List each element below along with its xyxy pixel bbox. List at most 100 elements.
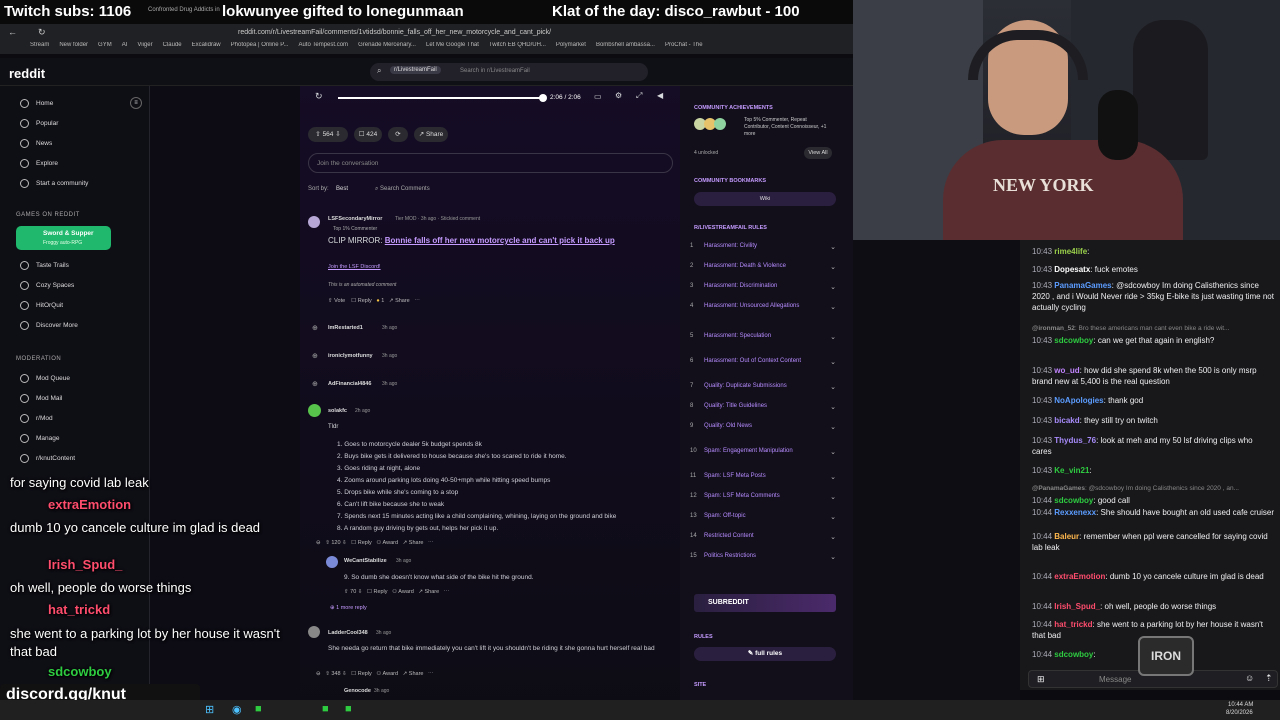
search-bar[interactable]: ⌕ r/LivestreamFail Search in r/Livestrea… xyxy=(370,63,648,81)
bookmark-item[interactable]: Bombshell ambassa... xyxy=(596,42,655,48)
chat-username[interactable]: @ironman_52 xyxy=(1032,325,1075,332)
comment-user[interactable]: solakfc xyxy=(328,408,347,414)
chat-username[interactable]: sdcowboy xyxy=(1054,650,1093,659)
bookmark-item[interactable]: AI xyxy=(122,42,128,48)
award-button[interactable]: ⚇ Award xyxy=(376,540,398,546)
chat-username[interactable]: Rexxenexx xyxy=(1054,508,1096,517)
address-bar[interactable]: ← ↻ reddit.com/r/LivestreamFail/comments… xyxy=(0,24,853,42)
rule-item[interactable]: 7 Quality: Duplicate Submissions ⌄ xyxy=(690,383,840,391)
replay-icon[interactable]: ↻ xyxy=(315,91,323,102)
collapse-sidebar-icon[interactable]: ≡ xyxy=(130,97,142,109)
chevron-down-icon[interactable]: ⌄ xyxy=(830,303,836,311)
avatar[interactable] xyxy=(326,556,338,568)
upvote-icon[interactable]: ⇧ xyxy=(328,298,333,304)
upvote-icon[interactable]: ⇧ xyxy=(325,671,330,677)
comment-user[interactable]: ImRestarted1 xyxy=(328,325,363,331)
avatar[interactable] xyxy=(308,626,320,638)
downvote-icon[interactable]: ⇩ xyxy=(342,540,347,546)
vote-button[interactable]: ⇧ 564 ⇩ xyxy=(308,127,348,142)
search-comments[interactable]: ⌕ Search Comments xyxy=(375,186,430,193)
rule-item[interactable]: 9 Quality: Old News ⌄ xyxy=(690,423,840,431)
reply-button[interactable]: ☐ Reply xyxy=(351,671,372,677)
rule-item[interactable]: 5 Harassment: Speculation ⌄ xyxy=(690,333,840,341)
bookmark-item[interactable]: Twitch EB QHD/UH... xyxy=(489,42,546,48)
chat-username[interactable]: NoApologies xyxy=(1054,396,1103,405)
rule-item[interactable]: 10 Spam: Engagement Manipulation ⌄ xyxy=(690,448,840,456)
bookmark-item[interactable]: Claude xyxy=(163,42,182,48)
comment-user[interactable]: AdFinancial4846 xyxy=(328,381,371,387)
chat-username[interactable]: Dopesatx xyxy=(1054,265,1090,274)
chevron-down-icon[interactable]: ⌄ xyxy=(830,533,836,541)
chat-username[interactable]: PanamaGames xyxy=(1054,281,1111,290)
rule-item[interactable]: 4 Harassment: Unsourced Allegations ⌄ xyxy=(690,303,840,311)
avatar[interactable] xyxy=(308,404,321,417)
sidebar-mod-3[interactable]: Manage xyxy=(20,434,60,443)
bookmark-item[interactable]: Stream xyxy=(30,42,49,48)
chevron-down-icon[interactable]: ⌄ xyxy=(830,263,836,271)
join-conversation-input[interactable]: Join the conversation xyxy=(308,153,673,173)
chat-username[interactable]: Baleur xyxy=(1054,532,1079,541)
full-rules-button[interactable]: ✎ full rules xyxy=(694,647,836,661)
edge-icon[interactable]: ◉ xyxy=(232,703,242,716)
chevron-down-icon[interactable]: ⌄ xyxy=(830,283,836,291)
captions-icon[interactable]: ▭ xyxy=(594,92,602,101)
vote-label[interactable]: Vote xyxy=(334,298,345,304)
bookmark-item[interactable]: Grenade Mercenary... xyxy=(358,42,416,48)
bookmark-item[interactable]: GYM xyxy=(98,42,112,48)
comments-button[interactable]: ☐ 424 xyxy=(354,127,382,142)
collapse-icon[interactable]: ⊖ xyxy=(316,540,321,546)
progress-handle[interactable] xyxy=(539,94,547,102)
chevron-down-icon[interactable]: ⌄ xyxy=(830,333,836,341)
upvote-icon[interactable]: ⇧ xyxy=(344,589,349,595)
award-button[interactable]: ⚇ Award xyxy=(392,589,414,595)
chevron-down-icon[interactable]: ⌄ xyxy=(830,473,836,481)
share-button[interactable]: ↗ Share xyxy=(403,540,424,546)
bookmark-item[interactable]: Photopea | Online P... xyxy=(231,42,289,48)
sidebar-item-2[interactable]: News xyxy=(20,139,52,148)
sidebar-mod-2[interactable]: r/Mod xyxy=(20,414,53,423)
avatar[interactable] xyxy=(308,216,320,228)
subreddit-chip[interactable]: r/LivestreamFail xyxy=(390,66,441,74)
chevron-down-icon[interactable]: ⌄ xyxy=(830,243,836,251)
bookmark-item[interactable]: Let Me Google That xyxy=(426,42,479,48)
rule-item[interactable]: 2 Harassment: Death & Violence ⌄ xyxy=(690,263,840,271)
sidebar-game-1[interactable]: Cozy Spaces xyxy=(20,281,74,290)
comment-user[interactable]: LadderCool348 xyxy=(328,630,368,636)
sidebar-item-1[interactable]: Popular xyxy=(20,119,58,128)
share-button[interactable]: ↗ Share xyxy=(403,671,424,677)
downvote-icon[interactable]: ⇩ xyxy=(342,671,347,677)
bookmark-item[interactable]: Viiger xyxy=(137,42,152,48)
upvote-icon[interactable]: ⇧ xyxy=(325,540,330,546)
bookmark-item[interactable]: Excalidraw xyxy=(192,42,221,48)
expand-icon[interactable]: ⊕ xyxy=(312,352,318,360)
comment-user[interactable]: WeCantStabilize xyxy=(344,558,387,564)
chat-username[interactable]: bicakd xyxy=(1054,416,1079,425)
rule-item[interactable]: 6 Harassment: Out of Context Content ⌄ xyxy=(690,358,840,366)
wiki-button[interactable]: Wiki xyxy=(694,192,836,206)
refresh-icon[interactable]: ↻ xyxy=(38,27,46,38)
rule-item[interactable]: 14 Restricted Content ⌄ xyxy=(690,533,840,541)
crosspost-button[interactable]: ⟳ xyxy=(388,127,408,142)
rule-item[interactable]: 15 Politics Restrictions ⌄ xyxy=(690,553,840,561)
subreddit-banner[interactable]: SUBREDDIT xyxy=(694,594,836,612)
share-button[interactable]: ↗ Share xyxy=(389,298,410,304)
comment-user[interactable]: Genocode xyxy=(344,688,371,694)
grid-icon[interactable]: ⊞ xyxy=(1037,674,1045,685)
chevron-down-icon[interactable]: ⌄ xyxy=(830,383,836,391)
sidebar-game-2[interactable]: HitOrQuit xyxy=(20,301,63,310)
app-icon[interactable]: ■ xyxy=(255,703,262,715)
reddit-logo[interactable]: reddit xyxy=(9,66,45,81)
chat-username[interactable]: hat_trickd xyxy=(1054,620,1092,629)
fullscreen-icon[interactable]: ⤢ xyxy=(636,91,642,101)
sidebar-item-0[interactable]: Home xyxy=(20,99,53,108)
collapse-icon[interactable]: ⊖ xyxy=(316,671,321,677)
start-icon[interactable]: ⊞ xyxy=(205,703,214,716)
send-icon[interactable]: ⇡ xyxy=(1265,673,1273,684)
expand-icon[interactable]: ⊕ xyxy=(312,324,318,332)
chevron-down-icon[interactable]: ⌄ xyxy=(830,448,836,456)
settings-icon[interactable]: ⚙ xyxy=(615,91,622,100)
reply-button[interactable]: ☐ Reply xyxy=(367,589,388,595)
bookmark-item[interactable]: New folder xyxy=(59,42,88,48)
downvote-icon[interactable]: ⇩ xyxy=(358,589,363,595)
rule-item[interactable]: 11 Spam: LSF Meta Posts ⌄ xyxy=(690,473,840,481)
